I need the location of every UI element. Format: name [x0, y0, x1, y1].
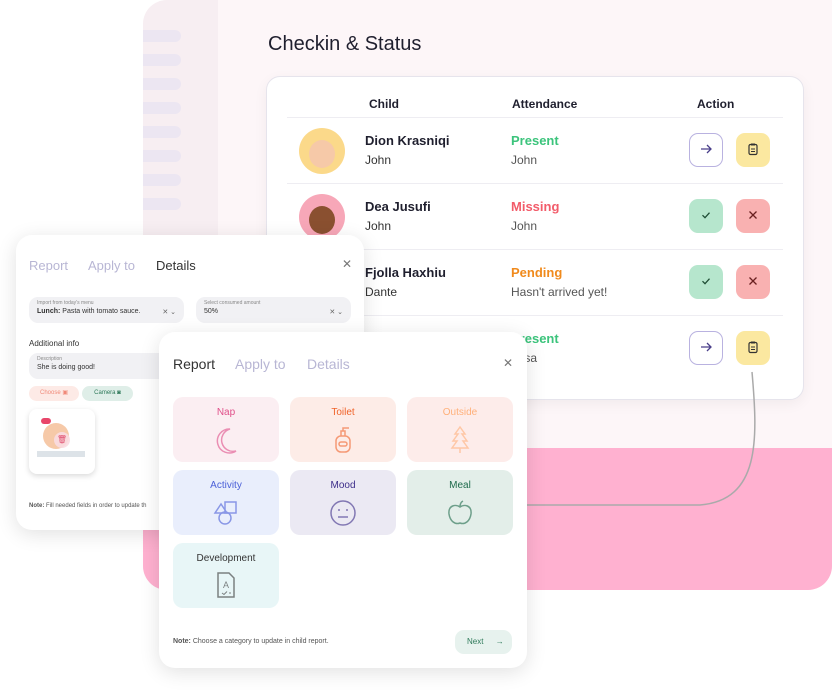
- menu-select[interactable]: Import from today's menu Lunch: Pasta wi…: [29, 297, 184, 323]
- tab-apply-to[interactable]: Apply to: [235, 356, 286, 372]
- category-development[interactable]: Development A: [173, 543, 279, 608]
- moon-icon: [216, 428, 237, 454]
- svg-text:A: A: [223, 580, 229, 590]
- category-outside[interactable]: Outside: [407, 397, 513, 462]
- trash-icon[interactable]: 🗑: [54, 432, 70, 448]
- soap-icon: [335, 427, 351, 453]
- description-field[interactable]: Description She is doing good!: [29, 353, 179, 379]
- amount-select[interactable]: Select consumed amount 50% ✕ ⌄: [196, 297, 351, 323]
- category-activity[interactable]: Activity: [173, 470, 279, 535]
- camera-button[interactable]: Camera ◙: [82, 386, 133, 401]
- report-modal: Report Apply to Details ✕ Nap Toilet Outsi…: [159, 332, 527, 668]
- apple-icon: [448, 500, 472, 525]
- clear-chevron-icon[interactable]: ✕ ⌄: [329, 308, 343, 316]
- choose-button[interactable]: Choose ▣: [29, 386, 79, 401]
- close-icon[interactable]: ✕: [503, 356, 513, 370]
- tab-report[interactable]: Report: [173, 356, 215, 372]
- category-meal[interactable]: Meal: [407, 470, 513, 535]
- tree-icon: [450, 425, 470, 453]
- category-mood[interactable]: Mood: [290, 470, 396, 535]
- details-note: Note: Fill needed fields in order to upd…: [29, 503, 147, 509]
- tab-details[interactable]: Details: [307, 356, 350, 372]
- tab-report[interactable]: Report: [29, 258, 68, 273]
- neutral-face-icon: [330, 500, 356, 526]
- category-toilet[interactable]: Toilet: [290, 397, 396, 462]
- photo-thumbnail[interactable]: 🗑: [29, 409, 95, 474]
- tab-details[interactable]: Details: [156, 258, 196, 273]
- shapes-icon: [213, 501, 237, 525]
- category-nap[interactable]: Nap: [173, 397, 279, 462]
- report-note: Note: Choose a category to update in chi…: [173, 638, 329, 645]
- close-icon[interactable]: ✕: [342, 257, 352, 271]
- additional-info-label: Additional info: [29, 339, 80, 348]
- report-file-icon: A: [217, 572, 235, 598]
- tab-apply-to[interactable]: Apply to: [88, 258, 135, 273]
- next-button[interactable]: Next →: [455, 630, 512, 654]
- clear-chevron-icon[interactable]: ✕ ⌄: [162, 308, 176, 316]
